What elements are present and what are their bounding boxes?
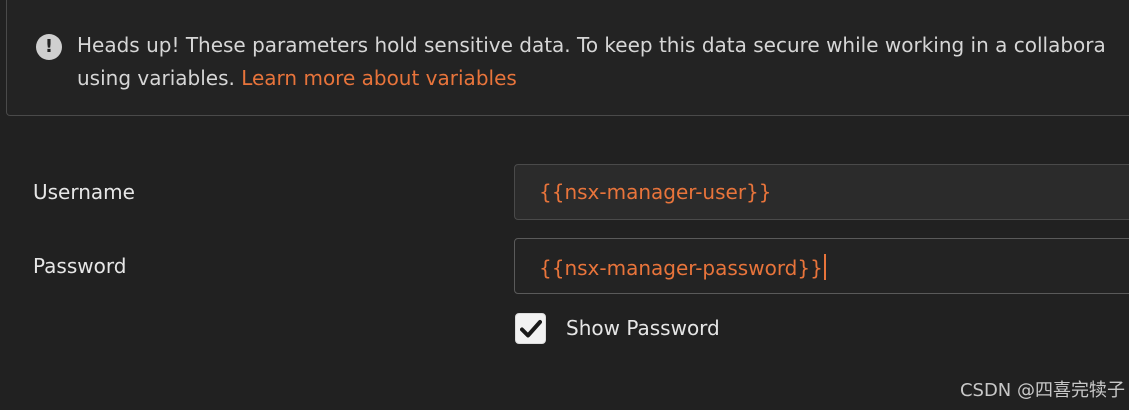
- show-password-label[interactable]: Show Password: [566, 316, 720, 340]
- username-value: {{nsx-manager-user}}: [539, 180, 772, 204]
- exclamation-circle-icon: !: [36, 34, 62, 60]
- auth-settings-panel: ! Heads up! These parameters hold sensit…: [0, 0, 1129, 410]
- show-password-checkbox[interactable]: [515, 313, 546, 344]
- sensitive-data-banner: ! Heads up! These parameters hold sensit…: [6, 0, 1129, 116]
- username-field[interactable]: {{nsx-manager-user}}: [514, 164, 1129, 220]
- password-value-wrap: {{nsx-manager-password}}: [539, 254, 826, 280]
- checkmark-icon: [520, 320, 542, 338]
- password-label: Password: [33, 254, 127, 278]
- banner-message-line1: Heads up! These parameters hold sensitiv…: [77, 33, 1106, 57]
- watermark-text: CSDN @四喜完犊子: [959, 380, 1125, 401]
- text-caret: [823, 254, 826, 280]
- username-label: Username: [33, 180, 135, 204]
- learn-more-variables-link[interactable]: Learn more about variables: [241, 66, 517, 90]
- banner-message-line2-text: using variables.: [77, 66, 242, 90]
- password-field[interactable]: {{nsx-manager-password}}: [514, 238, 1129, 294]
- password-value: {{nsx-manager-password}}: [539, 256, 823, 280]
- banner-message-line2: using variables. Learn more about variab…: [77, 66, 517, 90]
